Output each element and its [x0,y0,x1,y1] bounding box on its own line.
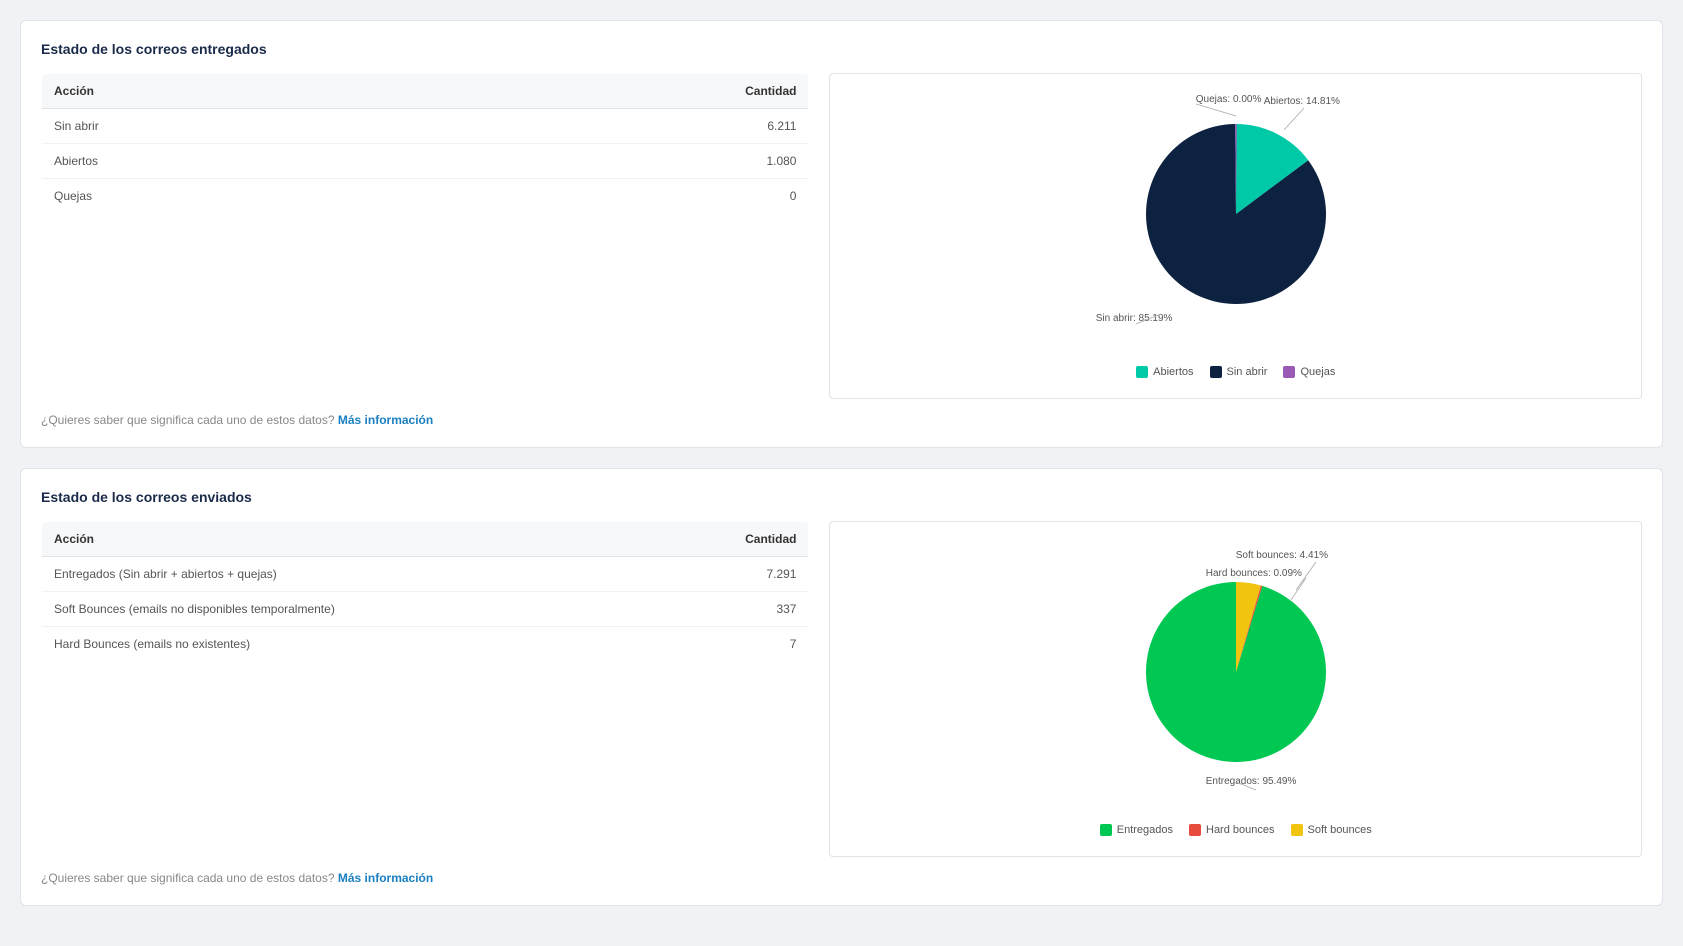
legend-dot-abiertos [1136,366,1148,378]
card2-table: Acción Cantidad Entregados (Sin abrir + … [41,521,809,662]
card2-more-info-link[interactable]: Más información [338,871,433,885]
legend-label-abiertos: Abiertos [1153,366,1193,378]
card1-footer: ¿Quieres saber que significa cada uno de… [41,413,1642,427]
table-row: Abiertos1.080 [42,144,809,179]
legend-label-entregados: Entregados [1117,824,1173,836]
card2-footer: ¿Quieres saber que significa cada uno de… [41,871,1642,885]
card1-title: Estado de los correos entregados [41,41,1642,57]
legend-sin-abrir: Sin abrir [1210,366,1268,378]
legend-quejas: Quejas [1283,366,1335,378]
row-value: 0 [408,179,809,214]
row-label: Hard Bounces (emails no existentes) [42,627,657,662]
card1-inner: Acción Cantidad Sin abrir6.211Abiertos1.… [41,73,1642,399]
card2-col1-header: Acción [42,522,657,557]
card2-title: Estado de los correos enviados [41,489,1642,505]
card2-footer-text: ¿Quieres saber que significa cada uno de… [41,871,335,885]
card2-chart-wrapper: Soft bounces: 4.41% Hard bounces: 0.09% … [1076,542,1396,812]
row-label: Sin abrir [42,109,408,144]
legend-hard-bounces: Hard bounces [1189,824,1275,836]
row-value: 7 [656,627,809,662]
card1-col1-header: Acción [42,74,408,109]
row-value: 7.291 [656,557,809,592]
card-enviados: Estado de los correos enviados Acción Ca… [20,468,1663,906]
card1-chart-section: Abiertos: 14.81% Quejas: 0.00% Sin abrir… [829,73,1642,399]
row-value: 337 [656,592,809,627]
row-value: 1.080 [408,144,809,179]
card1-table-section: Acción Cantidad Sin abrir6.211Abiertos1.… [41,73,809,399]
table-row: Quejas0 [42,179,809,214]
table-row: Sin abrir6.211 [42,109,809,144]
card2-col2-header: Cantidad [656,522,809,557]
card1-pie-svg [1136,114,1336,314]
card1-chart-wrapper: Abiertos: 14.81% Quejas: 0.00% Sin abrir… [1096,94,1376,354]
legend-label-sin-abrir: Sin abrir [1227,366,1268,378]
label-soft-bounces: Soft bounces: 4.41% [1236,550,1328,561]
legend-label-quejas: Quejas [1300,366,1335,378]
label-quejas: Quejas: 0.00% [1196,94,1262,105]
legend-abiertos: Abiertos [1136,366,1193,378]
row-label: Entregados (Sin abrir + abiertos + queja… [42,557,657,592]
legend-dot-hard-bounces [1189,824,1201,836]
table-row: Soft Bounces (emails no disponibles temp… [42,592,809,627]
card2-legend: Entregados Hard bounces Soft bounces [1100,824,1372,836]
label-hard-bounces: Hard bounces: 0.09% [1206,568,1302,579]
card1-legend: Abiertos Sin abrir Quejas [1136,366,1335,378]
legend-dot-quejas [1283,366,1295,378]
card2-pie-svg [1136,572,1336,772]
legend-label-soft-bounces: Soft bounces [1308,824,1372,836]
legend-dot-entregados [1100,824,1112,836]
card1-more-info-link[interactable]: Más información [338,413,433,427]
card2-chart-section: Soft bounces: 4.41% Hard bounces: 0.09% … [829,521,1642,857]
row-label: Soft Bounces (emails no disponibles temp… [42,592,657,627]
card1-table: Acción Cantidad Sin abrir6.211Abiertos1.… [41,73,809,214]
row-label: Abiertos [42,144,408,179]
row-value: 6.211 [408,109,809,144]
legend-dot-sin-abrir [1210,366,1222,378]
label-entregados: Entregados: 95.49% [1206,776,1297,787]
label-sin-abrir: Sin abrir: 85.19% [1096,313,1173,324]
label-abiertos: Abiertos: 14.81% [1264,96,1340,107]
legend-label-hard-bounces: Hard bounces [1206,824,1275,836]
legend-entregados: Entregados [1100,824,1173,836]
card1-col2-header: Cantidad [408,74,809,109]
card2-inner: Acción Cantidad Entregados (Sin abrir + … [41,521,1642,857]
card1-footer-text: ¿Quieres saber que significa cada uno de… [41,413,335,427]
card2-table-section: Acción Cantidad Entregados (Sin abrir + … [41,521,809,857]
table-row: Hard Bounces (emails no existentes)7 [42,627,809,662]
legend-soft-bounces: Soft bounces [1291,824,1372,836]
row-label: Quejas [42,179,408,214]
table-row: Entregados (Sin abrir + abiertos + queja… [42,557,809,592]
legend-dot-soft-bounces [1291,824,1303,836]
card-entregados: Estado de los correos entregados Acción … [20,20,1663,448]
